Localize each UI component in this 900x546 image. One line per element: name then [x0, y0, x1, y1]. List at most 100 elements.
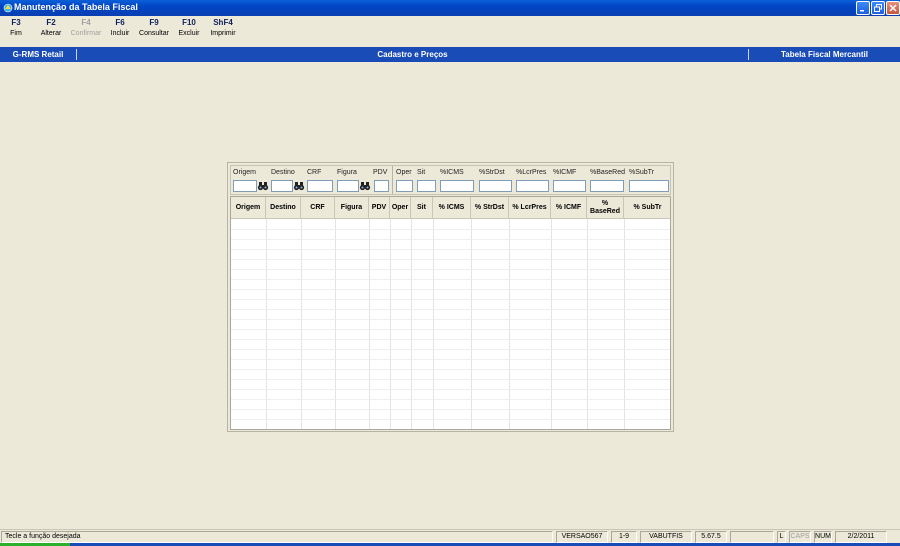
tool-label: Confirmar — [70, 30, 102, 37]
tool-label: Fim — [10, 30, 22, 37]
grid-header: Origem Destino CRF Figura PDV Oper Sit %… — [231, 197, 670, 219]
module-bar: G-RMS Retail Cadastro e Preços Tabela Fi… — [0, 47, 900, 62]
status-version: VERSAO567 — [556, 531, 608, 543]
status-caps: CAPS — [789, 531, 811, 543]
status-num: NUM — [814, 531, 832, 543]
status-program: VABUTFIS — [640, 531, 692, 543]
tool-label: Alterar — [40, 30, 62, 37]
grid-row-line — [231, 349, 670, 350]
filter-label-icmf: %ICMF — [553, 169, 577, 176]
status-lock: L — [777, 531, 786, 543]
grid-row-line — [231, 259, 670, 260]
column-header-subtr[interactable]: % SubTr — [624, 197, 670, 219]
filter-label-lcrpres: %LcrPres — [516, 169, 547, 176]
tool-key: F2 — [46, 18, 56, 27]
grid-row-line — [231, 339, 670, 340]
grid-row-line — [231, 319, 670, 320]
status-blank — [730, 531, 774, 543]
grid-row-line — [231, 299, 670, 300]
fiscal-table-panel: Origem Destino CRF Figura PDV Oper Sit %… — [227, 162, 674, 432]
grid-row-line — [231, 329, 670, 330]
fiscal-table-grid[interactable]: Origem Destino CRF Figura PDV Oper Sit %… — [230, 196, 671, 430]
icms-input[interactable] — [440, 180, 474, 192]
binoculars-icon[interactable] — [257, 180, 269, 192]
figura-input[interactable] — [337, 180, 359, 192]
tool-label: Incluir — [110, 30, 130, 37]
filter-area: Origem Destino CRF Figura PDV Oper Sit %… — [230, 165, 671, 195]
tool-key: ShF4 — [213, 18, 233, 27]
minimize-button[interactable] — [856, 1, 870, 15]
column-header-icms[interactable]: % ICMS — [433, 197, 471, 219]
tool-incluir[interactable]: F6 Incluir — [108, 18, 132, 40]
column-header-pdv[interactable]: PDV — [369, 197, 390, 219]
title-bar: Manutenção da Tabela Fiscal — [0, 0, 900, 16]
sit-input[interactable] — [417, 180, 436, 192]
grid-row-line — [231, 399, 670, 400]
window-title: Manutenção da Tabela Fiscal — [14, 2, 138, 12]
subtr-input[interactable] — [629, 180, 669, 192]
grid-row-line — [231, 229, 670, 230]
oper-input[interactable] — [396, 180, 413, 192]
filter-label-crf: CRF — [307, 169, 322, 176]
column-header-strdst[interactable]: % StrDst — [471, 197, 509, 219]
grid-row-line — [231, 279, 670, 280]
tool-excluir[interactable]: F10 Excluir — [176, 18, 202, 40]
filter-label-strdst: %StrDst — [479, 169, 505, 176]
pdv-input[interactable] — [374, 180, 389, 192]
status-date: 2/2/2011 — [835, 531, 887, 543]
status-range: 1-9 — [611, 531, 637, 543]
grid-row-line — [231, 249, 670, 250]
status-message: Tecle a função desejada — [1, 531, 553, 543]
tool-key: F3 — [11, 18, 21, 27]
lcrpres-input[interactable] — [516, 180, 549, 192]
grid-row-line — [231, 289, 670, 290]
icmf-input[interactable] — [553, 180, 586, 192]
grid-row-line — [231, 379, 670, 380]
close-button[interactable] — [886, 1, 900, 15]
filter-label-figura: Figura — [337, 169, 357, 176]
grid-row-line — [231, 269, 670, 270]
column-header-icmf[interactable]: % ICMF — [551, 197, 587, 219]
grid-row-line — [231, 309, 670, 310]
tool-label: Excluir — [178, 30, 200, 37]
binoculars-icon[interactable] — [359, 180, 371, 192]
grid-row-line — [231, 369, 670, 370]
tool-key: F4 — [81, 18, 91, 27]
status-bar: Tecle a função desejada VERSAO567 1-9 VA… — [0, 529, 900, 543]
strdst-input[interactable] — [479, 180, 512, 192]
filter-label-basered: %BaseRed — [590, 169, 626, 176]
tool-alterar[interactable]: F2 Alterar — [38, 18, 64, 40]
tool-label: Imprimir — [210, 30, 236, 37]
grid-body[interactable] — [231, 219, 670, 429]
filter-label-origem: Origem — [233, 169, 256, 176]
basered-input[interactable] — [590, 180, 624, 192]
status-build: 5.67.5 — [695, 531, 727, 543]
column-header-origem[interactable]: Origem — [231, 197, 266, 219]
column-header-figura[interactable]: Figura — [335, 197, 369, 219]
system-name: G-RMS Retail — [12, 50, 64, 59]
destino-input[interactable] — [271, 180, 293, 192]
grid-row-line — [231, 389, 670, 390]
tool-key: F10 — [182, 18, 196, 27]
column-header-destino[interactable]: Destino — [266, 197, 301, 219]
crf-input[interactable] — [307, 180, 333, 192]
minimize-icon — [860, 10, 864, 12]
origem-input[interactable] — [233, 180, 257, 192]
column-header-basered[interactable]: % BaseRed — [587, 197, 624, 219]
column-header-oper[interactable]: Oper — [390, 197, 411, 219]
column-header-sit[interactable]: Sit — [411, 197, 433, 219]
tool-fim[interactable]: F3 Fim — [5, 18, 27, 40]
tool-consultar[interactable]: F9 Consultar — [138, 18, 170, 40]
binoculars-icon[interactable] — [293, 180, 305, 192]
app-icon — [3, 3, 13, 13]
tool-imprimir[interactable]: ShF4 Imprimir — [208, 18, 238, 40]
filter-label-subtr: %SubTr — [629, 169, 655, 176]
close-icon — [889, 4, 897, 12]
function-key-toolbar: F3 Fim F2 Alterar F4 Confirmar F6 Inclui… — [0, 18, 900, 46]
tool-confirmar[interactable]: F4 Confirmar — [70, 18, 102, 40]
filter-label-oper: Oper — [396, 169, 412, 176]
maximize-button[interactable] — [871, 1, 885, 15]
column-header-lcrpres[interactable]: % LcrPres — [509, 197, 551, 219]
restore-icon — [874, 4, 882, 12]
column-header-crf[interactable]: CRF — [301, 197, 335, 219]
